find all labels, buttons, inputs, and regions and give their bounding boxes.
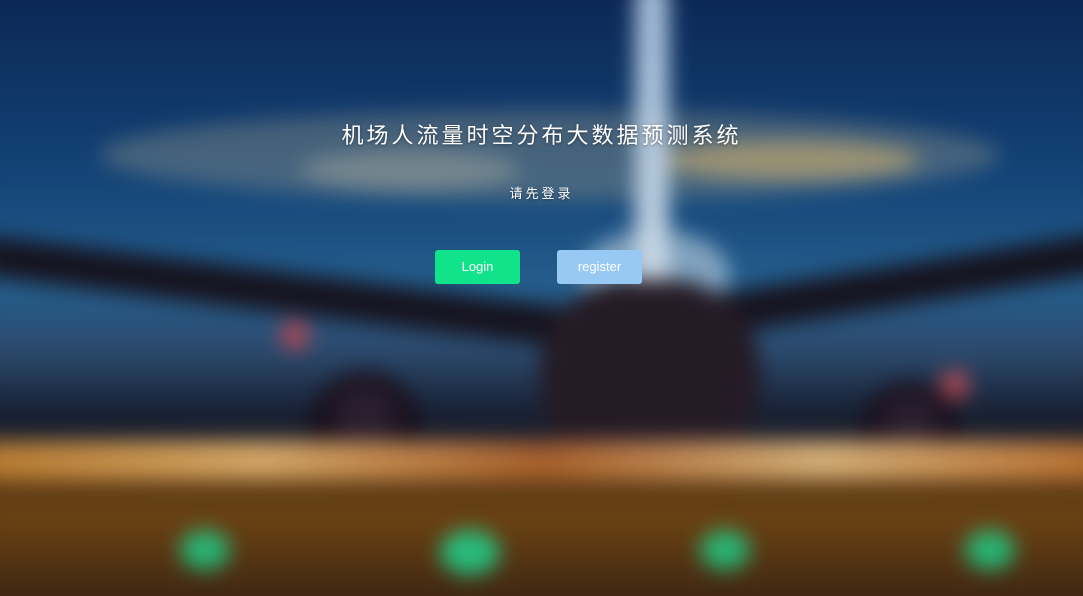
background-overlay xyxy=(0,0,1083,596)
login-screen: 机场人流量时空分布大数据预测系统 请先登录 Login register xyxy=(0,0,1083,596)
login-prompt: 请先登录 xyxy=(509,187,574,202)
page-title: 机场人流量时空分布大数据预测系统 xyxy=(341,124,742,149)
login-button[interactable]: Login xyxy=(435,250,520,284)
register-button[interactable]: register xyxy=(557,250,642,284)
